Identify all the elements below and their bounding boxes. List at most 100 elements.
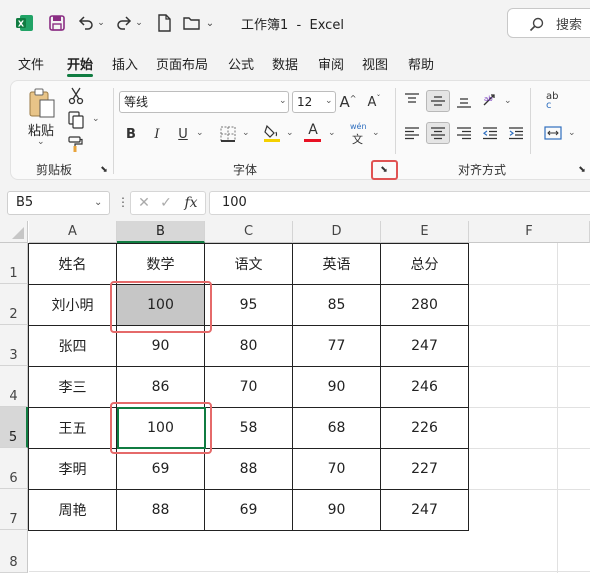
table-cell[interactable]: 69 xyxy=(205,490,293,531)
alignment-dialog-launcher-icon[interactable]: ⬊ xyxy=(576,164,588,176)
column-header-E[interactable]: E xyxy=(381,221,469,243)
phonetic-guide-bottom[interactable]: 文 xyxy=(352,131,363,147)
font-color-chevron-icon[interactable]: ⌄ xyxy=(328,128,336,138)
fill-color-chevron-icon[interactable]: ⌄ xyxy=(286,128,294,138)
fill-color-icon[interactable] xyxy=(262,121,282,145)
italic-button[interactable]: I xyxy=(148,123,166,145)
undo-dropdown-chevron-icon[interactable]: ⌄ xyxy=(96,12,106,34)
name-box-chevron-icon[interactable]: ⌄ xyxy=(94,197,102,208)
redo-dropdown-chevron-icon[interactable]: ⌄ xyxy=(134,12,144,34)
table-cell[interactable]: 280 xyxy=(381,285,469,326)
format-painter-icon[interactable] xyxy=(66,134,86,154)
column-header-B[interactable]: B xyxy=(117,221,205,243)
borders-chevron-icon[interactable]: ⌄ xyxy=(242,128,250,138)
font-color-button[interactable]: A xyxy=(304,121,322,139)
clipboard-dialog-launcher-icon[interactable]: ⬊ xyxy=(98,164,110,176)
font-name-chevron-icon[interactable]: ⌄ xyxy=(279,96,287,106)
column-header-D[interactable]: D xyxy=(293,221,381,243)
tab-help[interactable]: 帮助 xyxy=(408,54,434,73)
table-cell[interactable]: 247 xyxy=(381,490,469,531)
copy-icon[interactable] xyxy=(66,110,86,130)
row-header-3[interactable]: 3 xyxy=(0,325,28,366)
column-header-A[interactable]: A xyxy=(29,221,117,243)
table-cell[interactable]: 周艳 xyxy=(29,490,117,531)
header-cell-chinese[interactable]: 语文 xyxy=(205,244,293,285)
enter-check-icon[interactable]: ✓ xyxy=(158,194,174,212)
orientation-icon[interactable]: ab xyxy=(480,90,502,112)
table-cell[interactable]: 95 xyxy=(205,285,293,326)
table-cell[interactable]: 90 xyxy=(293,490,381,531)
row-header-5[interactable]: 5 xyxy=(0,407,28,448)
borders-icon[interactable] xyxy=(218,123,238,145)
cancel-icon[interactable]: ✕ xyxy=(136,194,152,212)
align-center-icon[interactable] xyxy=(426,122,450,144)
table-cell[interactable]: 70 xyxy=(205,367,293,408)
table-cell[interactable]: 88 xyxy=(117,490,205,531)
tab-data[interactable]: 数据 xyxy=(272,54,298,73)
table-cell[interactable]: 李三 xyxy=(29,367,117,408)
phonetic-chevron-icon[interactable]: ⌄ xyxy=(372,128,380,138)
table-cell[interactable]: 77 xyxy=(293,326,381,367)
orientation-chevron-icon[interactable]: ⌄ xyxy=(504,96,512,106)
table-cell[interactable]: 58 xyxy=(205,408,293,449)
table-cell[interactable]: 70 xyxy=(293,449,381,490)
wrap-text-button[interactable]: ab c xyxy=(546,92,558,111)
cut-icon[interactable] xyxy=(66,86,86,106)
header-cell-english[interactable]: 英语 xyxy=(293,244,381,285)
save-icon[interactable] xyxy=(46,12,68,34)
tab-page-layout[interactable]: 页面布局 xyxy=(156,54,208,73)
tab-formulas[interactable]: 公式 xyxy=(228,54,254,73)
tab-home[interactable]: 开始 xyxy=(67,54,93,73)
font-dialog-launcher-icon[interactable]: ⬊ xyxy=(378,164,390,176)
open-folder-icon[interactable] xyxy=(182,12,202,34)
phonetic-guide-top[interactable]: wén xyxy=(350,122,367,131)
table-cell[interactable]: 246 xyxy=(381,367,469,408)
font-name-dropdown[interactable]: 等线 xyxy=(119,91,289,113)
header-cell-name[interactable]: 姓名 xyxy=(29,244,117,285)
table-cell[interactable]: 247 xyxy=(381,326,469,367)
formula-input[interactable]: 100 xyxy=(209,191,590,215)
table-cell[interactable]: 80 xyxy=(205,326,293,367)
table-cell[interactable]: 王五 xyxy=(29,408,117,449)
table-cell[interactable]: 69 xyxy=(117,449,205,490)
underline-button[interactable]: U xyxy=(174,123,192,145)
table-cell[interactable]: 90 xyxy=(293,367,381,408)
grow-font-button[interactable]: A ^ xyxy=(338,91,358,113)
table-cell[interactable]: 刘小明 xyxy=(29,285,117,326)
table-cell[interactable]: 227 xyxy=(381,449,469,490)
row-header-6[interactable]: 6 xyxy=(0,448,28,489)
underline-chevron-icon[interactable]: ⌄ xyxy=(196,128,204,138)
table-cell[interactable]: 85 xyxy=(293,285,381,326)
table-cell[interactable]: 张四 xyxy=(29,326,117,367)
undo-icon[interactable] xyxy=(76,12,96,34)
header-cell-math[interactable]: 数学 xyxy=(117,244,205,285)
tab-file[interactable]: 文件 xyxy=(18,54,44,73)
table-cell[interactable]: 李明 xyxy=(29,449,117,490)
customize-toolbar-chevron-icon[interactable]: ⌄ xyxy=(204,12,216,34)
paste-icon[interactable] xyxy=(26,86,58,120)
align-right-icon[interactable] xyxy=(454,122,474,144)
table-cell[interactable]: 88 xyxy=(205,449,293,490)
bottom-align-icon[interactable] xyxy=(454,90,474,112)
table-cell[interactable]: 68 xyxy=(293,408,381,449)
tab-review[interactable]: 审阅 xyxy=(318,54,344,73)
paste-dropdown-chevron-icon[interactable]: ⌄ xyxy=(37,137,45,147)
insert-function-button[interactable]: fx xyxy=(180,194,202,212)
row-header-8[interactable]: 8 xyxy=(0,530,28,573)
column-header-F[interactable]: F xyxy=(469,221,590,243)
more-options-icon[interactable]: ⋮ xyxy=(117,195,129,209)
row-header-7[interactable]: 7 xyxy=(0,489,28,530)
copy-dropdown-chevron-icon[interactable]: ⌄ xyxy=(92,114,100,124)
bold-button[interactable]: B xyxy=(122,123,140,145)
header-cell-total[interactable]: 总分 xyxy=(381,244,469,285)
middle-align-icon[interactable] xyxy=(426,90,450,112)
table-cell[interactable]: 226 xyxy=(381,408,469,449)
row-header-4[interactable]: 4 xyxy=(0,366,28,407)
column-header-C[interactable]: C xyxy=(205,221,293,243)
tab-view[interactable]: 视图 xyxy=(362,54,388,73)
row-header-1[interactable]: 1 xyxy=(0,243,28,284)
decrease-indent-icon[interactable] xyxy=(480,122,500,144)
new-file-icon[interactable] xyxy=(154,12,174,34)
increase-indent-icon[interactable] xyxy=(506,122,526,144)
row-header-2[interactable]: 2 xyxy=(0,284,28,325)
